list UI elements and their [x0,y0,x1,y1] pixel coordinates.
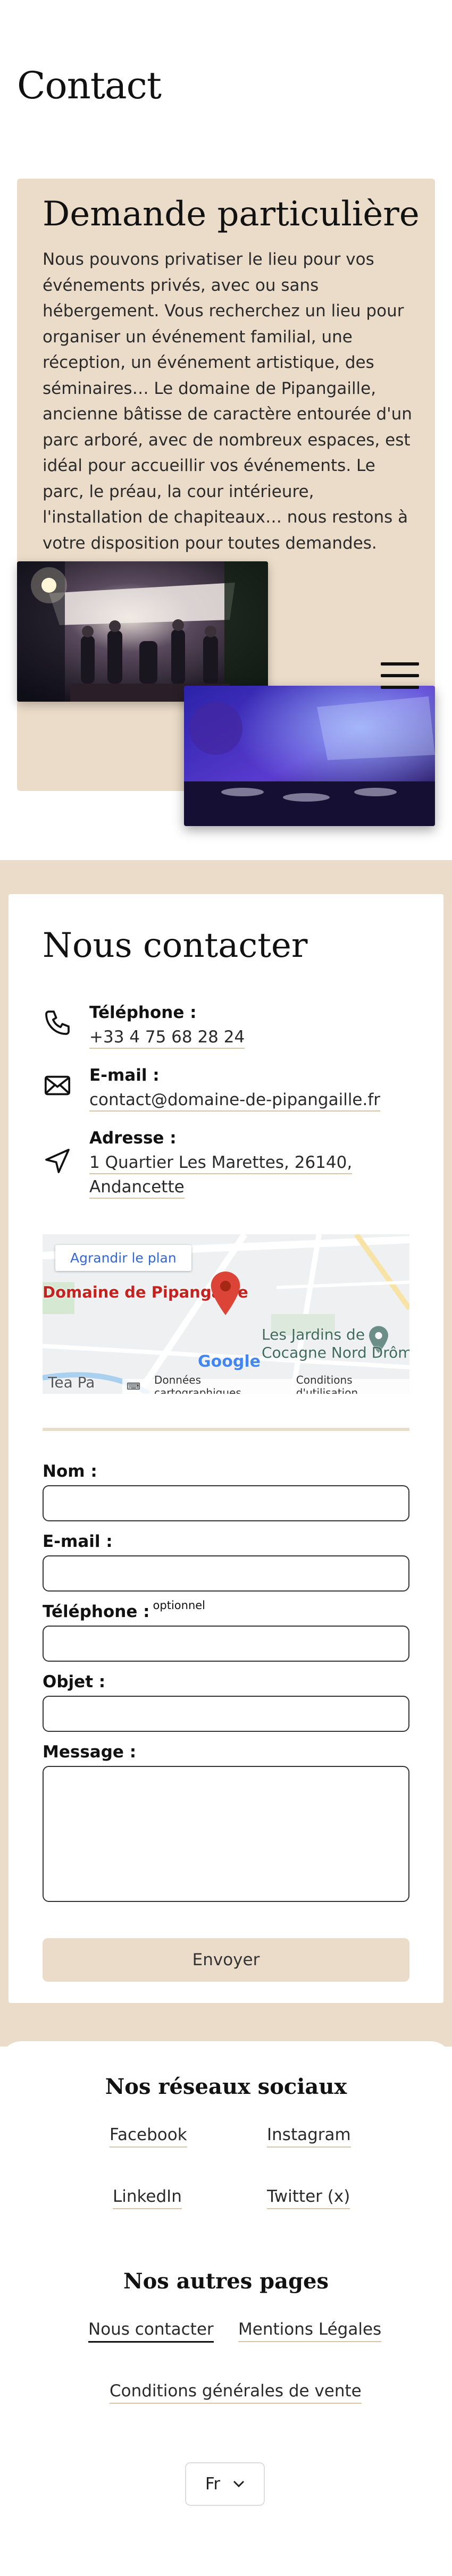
night-courtyard-photo [184,686,435,826]
map-footer: ⌨ Données cartographiques Conditions d'u… [122,1374,409,1394]
chevron-down-icon [233,2480,245,2488]
phone-info: Téléphone : +33 4 75 68 28 24 [43,1000,415,1049]
terms-page-link[interactable]: Conditions générales de vente [110,2381,362,2404]
phone-field-label: Téléphone : optionnel [43,1599,206,1621]
map-poi-small: Tea Pa [48,1374,95,1391]
pages-heading: Nos autres pages [123,2269,329,2294]
keyboard-icon[interactable]: ⌨ [127,1381,140,1392]
menu-icon[interactable] [381,662,419,691]
linkedin-link[interactable]: LinkedIn [113,2187,182,2209]
address-info: Adresse : 1 Quartier Les Marettes, 26140… [43,1126,415,1200]
facebook-link[interactable]: Facebook [110,2125,187,2148]
contact-title: Nous contacter [43,926,308,965]
phone-icon [45,1011,70,1035]
send-button[interactable]: Envoyer [43,1938,409,1982]
map-terms-link[interactable]: Conditions d'utilisation [296,1374,409,1394]
map-pin-icon[interactable] [211,1272,240,1315]
contact-section: Nous contacter Téléphone : +33 4 75 68 2… [0,860,452,2047]
email-field-label: E-mail : [43,1532,113,1551]
footer: Nos réseaux sociaux Facebook Instagram L… [0,2041,452,2576]
location-map[interactable]: Agrandir le plan Domaine de Pipangaille … [43,1234,409,1394]
private-events-card: Demande particulière Nous pouvons privat… [17,179,435,826]
name-label: Nom : [43,1462,97,1481]
email-label: E-mail : [89,1066,160,1085]
email-input[interactable] [43,1555,409,1592]
navigation-arrow-icon [45,1149,70,1173]
name-input[interactable] [43,1485,409,1521]
page-title: Contact [17,64,162,107]
email-info: E-mail : contact@domaine-de-pipangaille.… [43,1063,415,1112]
twitter-link[interactable]: Twitter (x) [267,2187,350,2209]
legal-page-link[interactable]: Mentions Légales [238,2320,382,2342]
address-label: Adresse : [89,1129,177,1148]
mail-icon [44,1075,71,1096]
map-data-link[interactable]: Données cartographiques [154,1374,282,1394]
phone-input[interactable] [43,1626,409,1662]
private-events-text: Nous pouvons privatiser le lieu pour vos… [43,250,412,553]
google-logo: Google [198,1352,261,1371]
subject-input[interactable] [43,1696,409,1732]
enlarge-map-button[interactable]: Agrandir le plan [55,1245,191,1271]
address-line-2[interactable]: Andancette [89,1177,185,1199]
message-label: Message : [43,1742,137,1762]
email-link[interactable]: contact@domaine-de-pipangaille.fr [89,1090,381,1112]
phone-label: Téléphone : [89,1003,197,1022]
map-poi-label: Les Jardins de Cocagne Nord Drôme [262,1326,409,1361]
private-events-title: Demande particulière [43,195,420,234]
concert-photo [17,561,268,702]
contact-page-link[interactable]: Nous contacter [88,2320,214,2343]
language-value: Fr [205,2474,221,2494]
subject-label: Objet : [43,1672,106,1691]
contact-card: Nous contacter Téléphone : +33 4 75 68 2… [9,894,443,2003]
instagram-link[interactable]: Instagram [267,2125,351,2148]
phone-link[interactable]: +33 4 75 68 28 24 [89,1028,245,1049]
language-select[interactable]: Fr [185,2462,265,2506]
social-heading: Nos réseaux sociaux [105,2074,347,2099]
separator [43,1428,409,1431]
message-textarea[interactable] [43,1766,409,1902]
address-line-1[interactable]: 1 Quartier Les Marettes, 26140, [89,1153,353,1174]
optional-tag: optionnel [153,1599,206,1612]
